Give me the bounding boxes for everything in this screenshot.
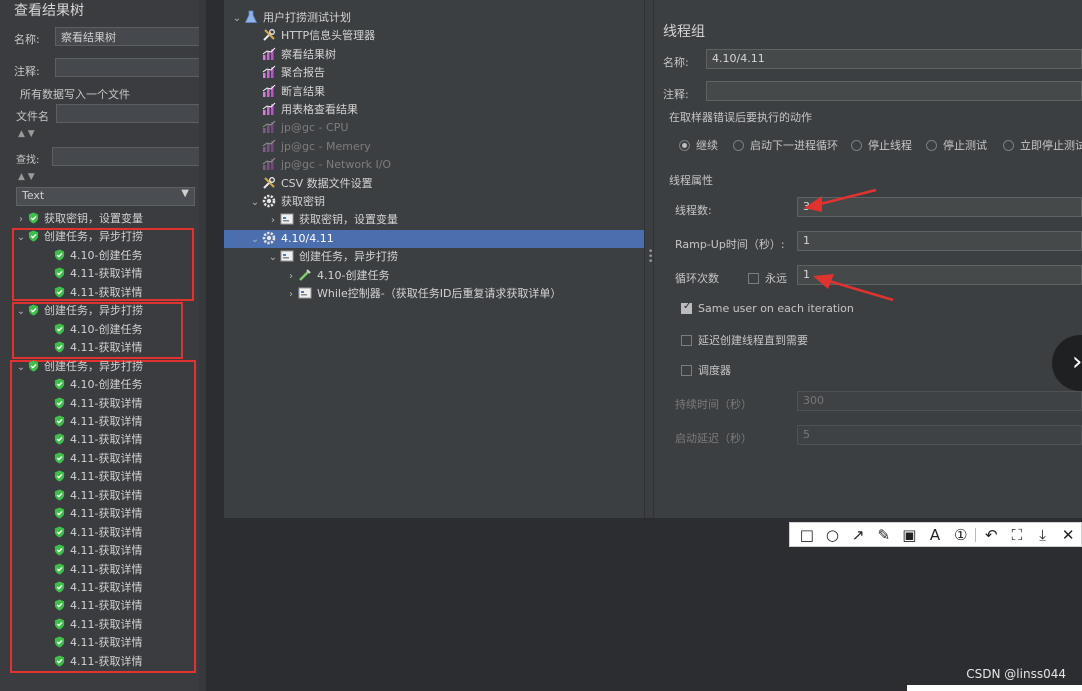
close-icon[interactable]: ✕ — [1055, 523, 1081, 546]
screenshot-toolbar: □ ○ ↗ ✎ ▣ A ① ↶ ⛶ ⤓ ✕ — [789, 522, 1082, 547]
crop-icon[interactable]: ⛶ — [1004, 523, 1030, 546]
ellipse-tool-icon[interactable]: ○ — [820, 523, 846, 546]
number-tool-icon[interactable]: ① — [948, 523, 974, 546]
rectangle-tool-icon[interactable]: □ — [794, 523, 820, 546]
toolbar-divider — [975, 527, 977, 542]
pen-tool-icon[interactable]: ✎ — [871, 523, 897, 546]
text-tool-icon[interactable]: A — [922, 523, 948, 546]
mosaic-tool-icon[interactable]: ▣ — [897, 523, 923, 546]
arrow-icon — [813, 274, 894, 302]
arrow-icon — [804, 188, 877, 212]
undo-icon[interactable]: ↶ — [978, 523, 1004, 546]
window-edge — [907, 685, 1082, 691]
download-icon[interactable]: ⤓ — [1030, 523, 1056, 546]
arrow-tool-icon[interactable]: ↗ — [845, 523, 871, 546]
annotation-arrows — [804, 188, 894, 302]
watermark: CSDN @linss044 — [966, 667, 1066, 681]
